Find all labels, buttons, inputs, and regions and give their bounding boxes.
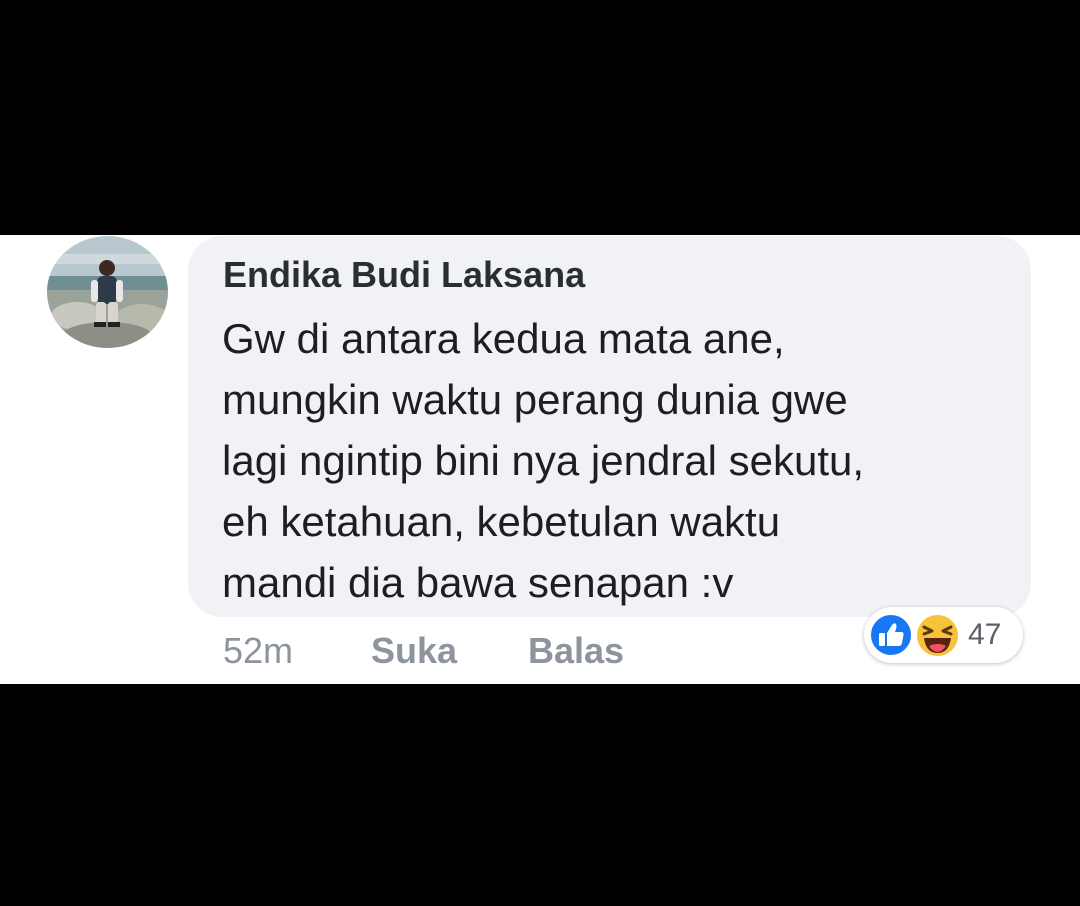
comment-text: Gw di antara kedua mata ane, mungkin wak… [222, 308, 1012, 613]
comment-panel: Endika Budi Laksana Gw di antara kedua m… [0, 235, 1080, 684]
comment-line: eh ketahuan, kebetulan waktu [222, 498, 781, 545]
avatar[interactable] [47, 236, 168, 348]
comment-line: mandi dia bawa senapan :v [222, 559, 734, 606]
comment-bubble: Endika Budi Laksana Gw di antara kedua m… [188, 236, 1031, 617]
reply-button[interactable]: Balas [528, 629, 624, 673]
comment-line: mungkin waktu perang dunia gwe [222, 376, 848, 423]
reactions-summary[interactable]: 47 [864, 607, 1023, 663]
screen: Endika Budi Laksana Gw di antara kedua m… [0, 0, 1080, 906]
like-button[interactable]: Suka [371, 629, 457, 673]
author-name[interactable]: Endika Budi Laksana [223, 254, 585, 296]
like-icon [869, 613, 913, 657]
comment-timestamp[interactable]: 52m [223, 629, 293, 673]
reaction-count: 47 [968, 618, 1002, 651]
comment-line: lagi ngintip bini nya jendral sekutu, [222, 437, 865, 484]
avatar-photo [47, 236, 168, 348]
comment-line: Gw di antara kedua mata ane, [222, 315, 785, 362]
haha-icon [915, 613, 960, 658]
